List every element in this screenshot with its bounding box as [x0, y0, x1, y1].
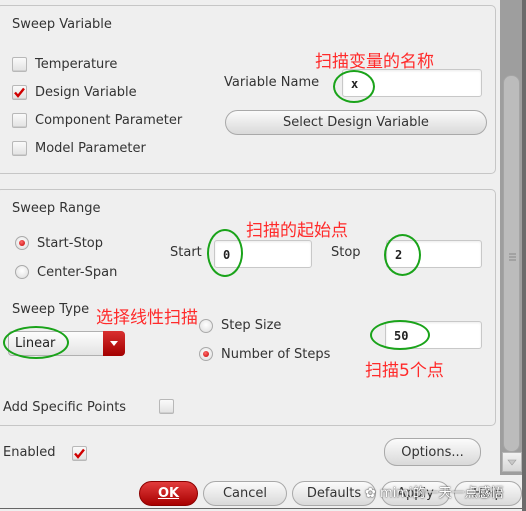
sweep-type-value: Linear: [15, 336, 56, 351]
annotation-steps: 扫描5个点: [365, 361, 444, 381]
enabled-label: Enabled: [3, 445, 56, 460]
sweep-variable-title: Sweep Variable: [12, 17, 112, 32]
design-variable-checkbox[interactable]: [12, 85, 27, 100]
model-parameter-checkbox[interactable]: [12, 141, 27, 156]
number-of-steps-label: Number of Steps: [221, 347, 331, 362]
annotation-variable-name: 扫描变量的名称: [315, 52, 434, 72]
component-parameter-label: Component Parameter: [35, 113, 183, 128]
sweep-type-dropdown[interactable]: Linear: [8, 331, 125, 356]
enabled-checkbox[interactable]: [72, 446, 87, 461]
ok-button[interactable]: OK: [139, 481, 198, 506]
start-input[interactable]: 0: [214, 240, 312, 268]
step-size-radio[interactable]: [199, 319, 213, 333]
scroll-down-button[interactable]: [502, 452, 522, 472]
add-specific-points-checkbox[interactable]: [159, 399, 174, 414]
temperature-label: Temperature: [35, 57, 118, 72]
annotation-sweep-type: 选择线性扫描: [96, 308, 198, 328]
number-of-steps-radio[interactable]: [199, 347, 213, 361]
start-stop-radio[interactable]: [15, 236, 29, 250]
design-variable-label: Design Variable: [35, 85, 137, 100]
checkmark-icon: [14, 87, 25, 98]
checkmark-icon: [74, 448, 85, 459]
add-specific-points-label: Add Specific Points: [3, 400, 127, 415]
background-window-edge: [522, 0, 526, 511]
variable-name-label: Variable Name: [224, 75, 320, 90]
variable-name-input[interactable]: x: [342, 69, 482, 97]
watermark-text: mimi的一天一点感悟: [380, 486, 504, 501]
select-design-variable-button[interactable]: Select Design Variable: [225, 110, 487, 135]
annotation-start-stop: 扫描的起始点: [246, 221, 348, 241]
stop-label: Stop: [331, 245, 361, 260]
component-parameter-checkbox[interactable]: [12, 113, 27, 128]
start-stop-label: Start-Stop: [37, 236, 104, 251]
stop-input[interactable]: 2: [386, 240, 482, 268]
model-parameter-label: Model Parameter: [35, 141, 146, 156]
center-span-label: Center-Span: [37, 265, 118, 280]
options-button[interactable]: Options...: [384, 438, 481, 466]
wechat-icon: ✿: [365, 486, 381, 501]
number-of-steps-input[interactable]: 50: [385, 321, 482, 349]
bottom-divider: [0, 508, 526, 509]
arrow-down-icon: [507, 459, 517, 466]
defaults-button[interactable]: Defaults: [292, 481, 376, 506]
start-label: Start: [170, 245, 202, 260]
cancel-button[interactable]: Cancel: [203, 481, 287, 506]
scrollbar-thumb[interactable]: [503, 75, 520, 452]
sweep-type-label: Sweep Type: [12, 302, 90, 317]
center-span-radio[interactable]: [15, 265, 29, 279]
grip-icon: [509, 253, 516, 261]
watermark: ✿ mimi的一天一点感悟: [365, 482, 504, 501]
sweep-range-title: Sweep Range: [12, 201, 101, 216]
ok-button-label: OK: [157, 486, 180, 501]
temperature-checkbox[interactable]: [12, 57, 27, 72]
dropdown-arrow-icon[interactable]: [103, 331, 125, 356]
step-size-label: Step Size: [221, 318, 282, 333]
